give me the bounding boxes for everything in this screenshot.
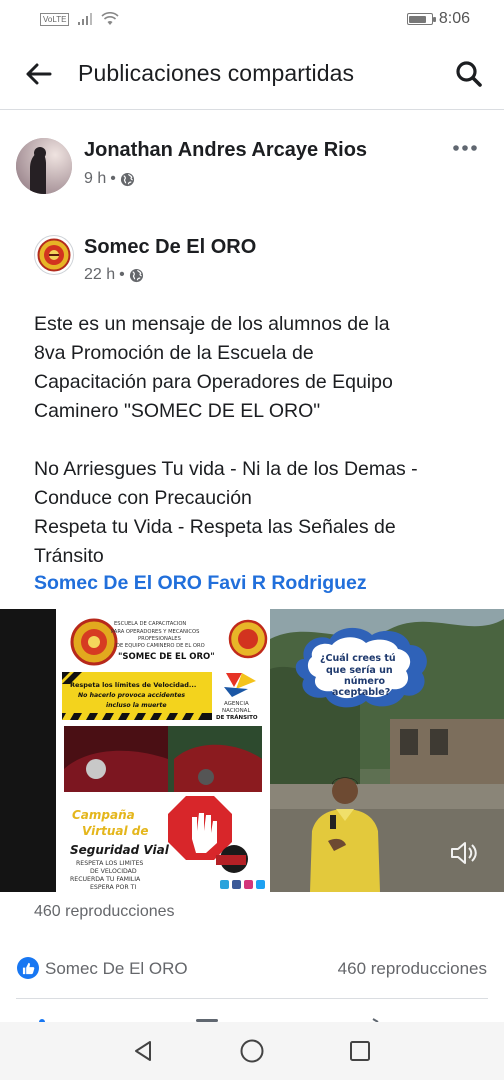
video-player[interactable]: ESCUELA DE CAPACITACION PARA OPERADORES …	[0, 609, 504, 892]
shared-post-header: Somec De El ORO 22 h •	[0, 226, 504, 290]
signal-icon	[78, 13, 93, 25]
nav-recents-button[interactable]	[340, 1031, 380, 1071]
campaign-poster: ESCUELA DE CAPACITACION PARA OPERADORES …	[56, 609, 270, 892]
poster-school-line4: DE EQUIPO CAMINERO DE EL ORO	[116, 643, 205, 649]
triangle-back-icon	[135, 1041, 151, 1061]
text-line: Respeta tu Vida - Respeta las Señales de	[34, 516, 396, 538]
nav-home-button[interactable]	[232, 1031, 272, 1071]
poster-campaign-2: Virtual de	[82, 824, 149, 838]
volte-badge: VoLTE	[40, 12, 70, 26]
author-name[interactable]: Jonathan Andres Arcaye Rios	[84, 139, 367, 162]
post-meta: 9 h •	[84, 170, 135, 188]
system-nav-bar	[0, 1022, 504, 1080]
status-right: 8:06	[406, 10, 470, 28]
globe-icon	[120, 172, 134, 186]
shared-post-meta: 22 h •	[84, 266, 144, 284]
thumbs-up-icon	[22, 962, 34, 974]
poster-footer-2: DE VELOCIDAD	[90, 868, 137, 875]
more-dots-icon	[453, 145, 477, 151]
post-header: Jonathan Andres Arcaye Rios 9 h •	[0, 128, 504, 198]
bubble-line-4: aceptable?	[332, 687, 390, 698]
poster-agency-1: AGENCIA	[224, 701, 249, 707]
reaction-names[interactable]: Somec De El ORO	[45, 959, 188, 979]
text-line: Conduce con Precaución	[34, 487, 252, 509]
action-divider	[16, 998, 488, 999]
reaction-views-count[interactable]: 460 reproducciones	[338, 959, 487, 979]
volume-muted-icon	[451, 842, 477, 864]
battery-icon	[406, 13, 436, 25]
status-time: 8:06	[438, 10, 470, 27]
poster-agency-3: DE TRÁNSITO	[216, 714, 258, 721]
like-reaction-icon[interactable]	[17, 957, 39, 979]
square-recents-icon	[350, 1041, 370, 1061]
tagged-pages-link[interactable]: Somec De El ORO Favi R Rodriguez	[34, 569, 367, 598]
back-button[interactable]	[0, 38, 78, 110]
shared-page-name[interactable]: Somec De El ORO	[84, 236, 256, 259]
bubble-line-1: ¿Cuál crees tú	[320, 653, 396, 664]
poster-warning-1: Respeta los límites de Velocidad...	[70, 681, 196, 689]
bubble-line-3: número	[344, 676, 386, 687]
video-views-label: 460 reproducciones	[34, 903, 175, 920]
search-icon	[456, 60, 482, 87]
somec-logo-icon	[37, 238, 71, 272]
poster-agency-2: NACIONAL	[222, 708, 251, 714]
campaign-poster-graphic: ESCUELA DE CAPACITACION PARA OPERADORES …	[56, 609, 270, 892]
poster-campaign-3: Seguridad Vial	[70, 843, 170, 857]
text-line: Este es un mensaje de los alumnos de la	[34, 313, 390, 335]
poster-school-name: "SOMEC DE EL ORO"	[118, 652, 215, 662]
poster-footer-3: RECUERDA TU FAMILIA	[70, 876, 141, 883]
text-line: No Arriesgues Tu vida - Ni la de los Dem…	[34, 458, 418, 480]
more-options-button[interactable]	[448, 136, 482, 160]
search-button[interactable]	[434, 38, 504, 110]
poster-footer-4: ESPERA POR TI	[90, 884, 136, 891]
text-line: Tránsito	[34, 545, 104, 567]
poster-school-line2: PARA OPERADORES Y MECANICOS	[111, 629, 199, 635]
poster-school-line3: PROFESIONALES	[138, 636, 181, 642]
meta-dot: •	[110, 170, 116, 187]
wifi-icon	[101, 12, 119, 25]
poster-warning-3: incluso la muerte	[106, 701, 167, 709]
author-avatar[interactable]	[16, 138, 72, 194]
circle-home-icon	[240, 1039, 264, 1063]
poster-campaign-1: Campaña	[72, 808, 135, 822]
poster-school-line1: ESCUELA DE CAPACITACION	[114, 621, 186, 627]
arrow-left-icon	[26, 63, 52, 84]
avatar-image	[16, 138, 72, 194]
video-letterbox	[0, 609, 56, 892]
post-time[interactable]: 9 h	[84, 170, 106, 188]
volume-button[interactable]	[448, 838, 478, 868]
battery-level	[409, 15, 427, 23]
meta-dot: •	[119, 266, 125, 283]
page-title: Publicaciones compartidas	[78, 60, 355, 86]
globe-icon	[129, 268, 143, 282]
poster-warning-2: No hacerlo provoca accidentes	[78, 691, 185, 699]
app-header: Publicaciones compartidas	[0, 38, 504, 110]
text-line: Capacitación para Operadores de Equipo	[34, 371, 393, 393]
text-line: 8va Promoción de la Escuela de	[34, 342, 314, 364]
page-avatar[interactable]	[34, 235, 74, 275]
shared-post-time[interactable]: 22 h	[84, 266, 115, 284]
post-text: Este es un mensaje de los alumnos de la …	[34, 310, 474, 571]
status-left: VoLTE	[40, 12, 119, 26]
poster-footer-1: RESPETA LOS LIMITES	[76, 860, 143, 867]
nav-back-button[interactable]	[124, 1031, 164, 1071]
bubble-line-2: que sería un	[326, 665, 393, 676]
status-bar: VoLTE 8:06	[0, 0, 504, 38]
reactions-bar: Somec De El ORO 460 reproducciones	[0, 948, 504, 988]
text-line: Caminero "SOMEC DE EL ORO"	[34, 400, 321, 422]
